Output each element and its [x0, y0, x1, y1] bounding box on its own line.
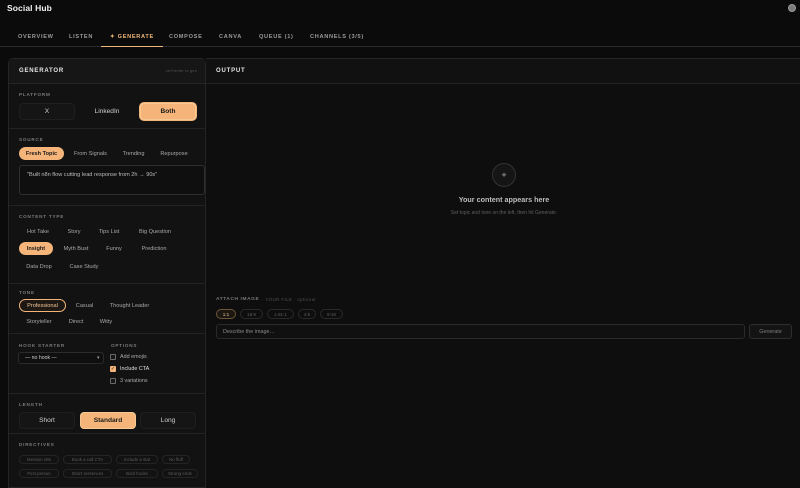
empty-state-subtitle: Set topic and tone on the left, then hit… — [450, 210, 558, 216]
content-type-hot-take[interactable]: Hot Take — [19, 225, 57, 238]
option-label: Include CTA — [120, 365, 150, 372]
tab-canva[interactable]: CANVA — [219, 27, 242, 47]
options-label: OPTIONS — [111, 343, 138, 348]
generate-image-button[interactable]: Generate — [749, 324, 792, 339]
option-add-emojis[interactable]: Add emojis — [110, 352, 147, 361]
content-type-tips-list[interactable]: Tips List — [91, 225, 127, 238]
option-label: 3 variations — [120, 377, 148, 384]
hook-starter-select[interactable]: — no hook — — [18, 352, 104, 364]
output-header: OUTPUT — [206, 59, 800, 84]
directive-chip[interactable]: Include a stat — [116, 455, 158, 464]
length-long-button[interactable]: Long — [140, 412, 196, 429]
directive-chip[interactable]: Mention n8n — [19, 455, 59, 464]
tab-overview[interactable]: OVERVIEW — [18, 27, 54, 47]
tone-casual[interactable]: Casual — [69, 299, 100, 312]
platform-linkedin-button[interactable]: LinkedIn — [79, 103, 135, 120]
tone-section: TONE Professional Casual Thought Leader … — [9, 284, 207, 334]
status-indicator-icon[interactable] — [788, 4, 796, 12]
option-include-cta[interactable]: ✓ Include CTA — [110, 364, 149, 373]
generator-title: GENERATOR — [19, 68, 64, 74]
checkbox-icon[interactable] — [110, 353, 116, 360]
content-type-myth-bust[interactable]: Myth Bust — [56, 242, 96, 255]
platform-x-button[interactable]: X — [19, 103, 75, 120]
chevron-down-icon: ▾ — [97, 355, 100, 361]
top-bar: Social Hub — [0, 0, 800, 18]
option-3-variations[interactable]: 3 variations — [110, 376, 148, 385]
ratio-1-1[interactable]: 1:1 — [216, 309, 236, 319]
tab-compose[interactable]: COMPOSE — [169, 27, 203, 47]
tab-queue[interactable]: QUEUE (1) — [259, 27, 294, 47]
ratio-9-16[interactable]: 9:16 — [320, 309, 343, 319]
tone-direct[interactable]: Direct — [62, 315, 90, 328]
tab-generate[interactable]: ✦ GENERATE — [101, 27, 163, 47]
content-type-label: CONTENT TYPE — [19, 214, 65, 219]
ratio-4-5[interactable]: 4:5 — [298, 309, 316, 319]
tone-thought-leader[interactable]: Thought Leader — [103, 299, 156, 312]
output-title: OUTPUT — [216, 68, 246, 74]
source-label: SOURCE — [19, 137, 44, 142]
length-short-button[interactable]: Short — [19, 412, 75, 429]
main-tabs: OVERVIEW LISTEN ✦ GENERATE COMPOSE CANVA… — [0, 27, 800, 47]
content-type-prediction[interactable]: Prediction — [132, 242, 176, 255]
directive-chip[interactable]: Bold hooks — [116, 469, 158, 478]
topic-input[interactable] — [19, 165, 205, 195]
option-label: Add emojis — [120, 353, 147, 360]
source-fresh-topic[interactable]: Fresh Topic — [19, 147, 64, 160]
content-type-insight[interactable]: Insight — [19, 242, 53, 255]
directive-chip[interactable]: Strong ends — [162, 469, 198, 478]
attach-image-sub: · YOUR FILE · optional — [262, 297, 316, 302]
source-from-signals[interactable]: From Signals — [67, 147, 114, 160]
generator-panel: GENERATOR ctrl+enter to gen PLATFORM X L… — [8, 58, 207, 488]
checkmark-icon[interactable]: ✓ — [110, 365, 116, 372]
directive-chip[interactable]: No fluff — [162, 455, 190, 464]
tone-storyteller[interactable]: Storyteller — [19, 315, 59, 328]
ratio-1-91-1[interactable]: 1.91:1 — [267, 309, 294, 319]
content-type-section: CONTENT TYPE Hot Take Story Tips List Bi… — [9, 206, 207, 284]
sparkle-icon: ✦ — [492, 163, 516, 187]
tab-channels[interactable]: CHANNELS (3/5) — [310, 27, 364, 47]
attach-image-label: ATTACH IMAGE — [216, 297, 260, 302]
generator-header: GENERATOR ctrl+enter to gen — [9, 59, 205, 84]
length-label: LENGTH — [19, 402, 43, 407]
checkbox-icon[interactable] — [110, 377, 116, 384]
generator-shortcut-hint: ctrl+enter to gen — [165, 69, 197, 73]
hook-starter-label: HOOK STARTER — [19, 343, 66, 348]
directives-section: DIRECTIVES Mention n8n Book a call CTA I… — [9, 434, 207, 488]
platform-section: PLATFORM X LinkedIn Both — [9, 84, 207, 129]
tone-professional[interactable]: Professional — [19, 299, 66, 312]
source-repurpose[interactable]: Repurpose — [153, 147, 195, 160]
content-type-data-drop[interactable]: Data Drop — [19, 260, 59, 273]
hook-options-section: HOOK STARTER OPTIONS — [9, 334, 207, 394]
ratio-16-9[interactable]: 16:9 — [240, 309, 263, 319]
content-type-big-question[interactable]: Big Question — [130, 225, 180, 238]
directive-chip[interactable]: First person — [19, 469, 59, 478]
app-title: Social Hub — [7, 3, 52, 13]
directive-chip[interactable]: Short sentences — [63, 469, 112, 478]
content-type-funny[interactable]: Funny — [99, 242, 129, 255]
image-description-input[interactable] — [216, 324, 745, 339]
tone-label: TONE — [19, 290, 35, 295]
length-section: LENGTH Short Standard Long — [9, 394, 207, 434]
source-trending[interactable]: Trending — [116, 147, 151, 160]
output-panel: OUTPUT — [206, 58, 800, 488]
length-standard-button[interactable]: Standard — [80, 412, 136, 429]
tone-witty[interactable]: Witty — [93, 315, 119, 328]
content-type-case-study[interactable]: Case Study — [62, 260, 106, 273]
content-type-story[interactable]: Story — [60, 225, 88, 238]
directives-label: DIRECTIVES — [19, 442, 55, 447]
platform-label: PLATFORM — [19, 92, 51, 97]
platform-both-button[interactable]: Both — [140, 103, 196, 120]
directive-chip[interactable]: Book a call CTA — [63, 455, 112, 464]
tab-listen[interactable]: LISTEN — [69, 27, 93, 47]
empty-state-title: Your content appears here — [458, 195, 550, 204]
